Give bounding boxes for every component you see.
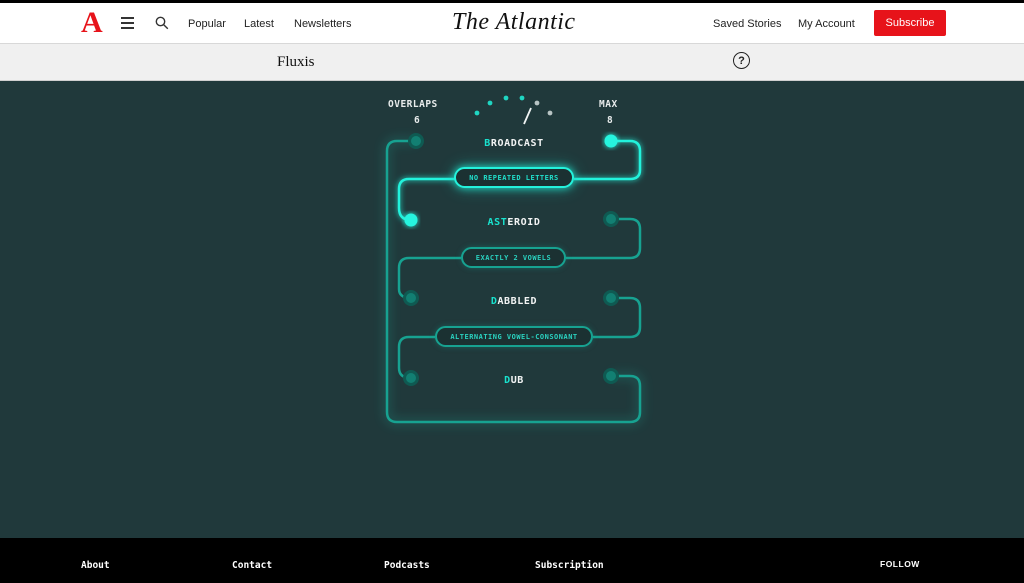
game-title: Fluxis	[277, 54, 315, 70]
circuit-wires	[383, 95, 644, 426]
word-row[interactable]: DABBLED	[414, 296, 614, 307]
subscribe-button[interactable]: Subscribe	[874, 10, 946, 36]
word-row[interactable]: ASTEROID	[414, 217, 614, 228]
rule-chip[interactable]: EXACTLY 2 VOWELS	[461, 247, 566, 268]
menu-icon[interactable]	[121, 17, 134, 29]
rule-chip[interactable]: NO REPEATED LETTERS	[454, 167, 574, 188]
nav-latest[interactable]: Latest	[244, 18, 274, 30]
brand-wordmark[interactable]: The Atlantic	[452, 9, 576, 36]
word-row[interactable]: BROADCAST	[414, 138, 614, 149]
overlaps-value: 6	[414, 115, 420, 126]
nav-newsletters[interactable]: Newsletters	[294, 18, 351, 30]
game-board: OVERLAPS 6 MAX 8 BROADCAST ASTEROID DABB…	[0, 81, 1024, 538]
site-header: A Popular Latest Newsletters The Atlanti…	[0, 0, 1024, 44]
follow-label: FOLLOW	[880, 559, 920, 569]
gauge-icon	[474, 95, 553, 125]
my-account-link[interactable]: My Account	[798, 18, 855, 30]
max-label: MAX	[599, 99, 618, 110]
word-row[interactable]: DUB	[414, 375, 614, 386]
game-title-bar: Fluxis ?	[0, 44, 1024, 81]
saved-stories-link[interactable]: Saved Stories	[713, 18, 781, 30]
nav-popular[interactable]: Popular	[188, 18, 226, 30]
footer-subscription[interactable]: Subscription	[535, 560, 604, 571]
max-value: 8	[607, 115, 613, 126]
search-icon[interactable]	[155, 16, 169, 30]
overlaps-label: OVERLAPS	[388, 99, 438, 110]
site-footer: About Contact Podcasts Subscription FOLL…	[0, 538, 1024, 583]
help-icon[interactable]: ?	[733, 52, 750, 69]
footer-contact[interactable]: Contact	[232, 560, 272, 571]
atlantic-logo[interactable]: A	[81, 8, 103, 38]
rule-chip[interactable]: ALTERNATING VOWEL-CONSONANT	[435, 326, 593, 347]
footer-about[interactable]: About	[81, 560, 110, 571]
footer-podcasts[interactable]: Podcasts	[384, 560, 430, 571]
